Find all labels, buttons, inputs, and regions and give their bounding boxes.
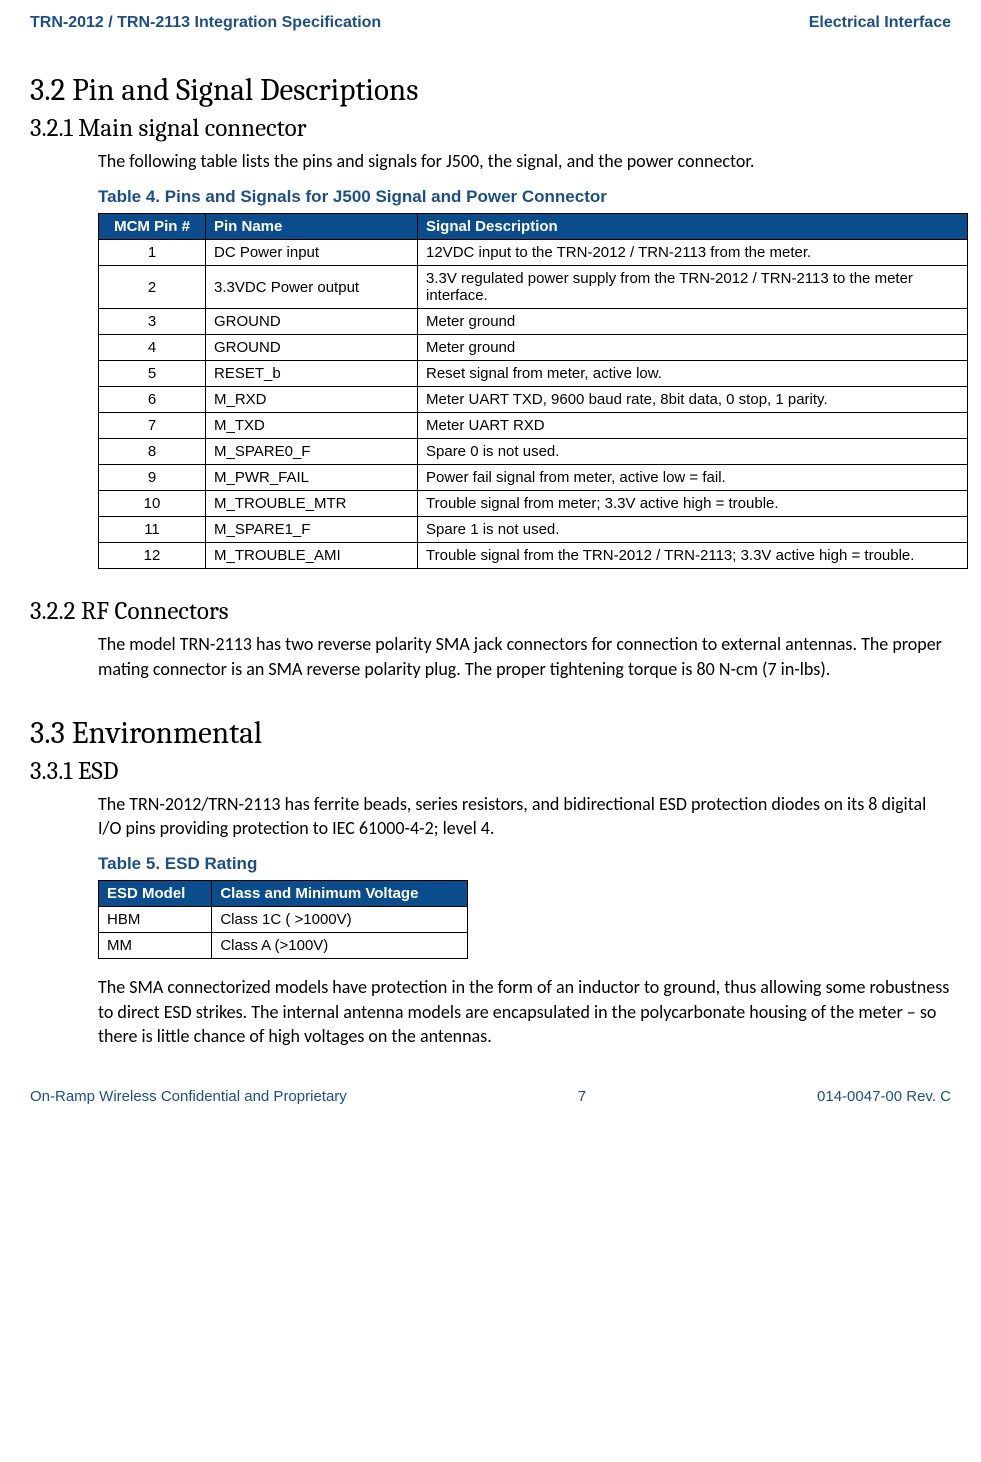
- cell-pin: 5: [99, 361, 206, 387]
- paragraph: The following table lists the pins and s…: [98, 149, 951, 173]
- cell-pin: 10: [99, 491, 206, 517]
- cell-desc: Meter UART RXD: [418, 413, 968, 439]
- paragraph: The model TRN-2113 has two reverse polar…: [98, 632, 951, 681]
- table-5-caption: Table 5. ESD Rating: [98, 854, 951, 874]
- cell-pin: 8: [99, 439, 206, 465]
- heading-number: 3.3: [30, 715, 65, 751]
- page: TRN-2012 / TRN-2113 Integration Specific…: [0, 0, 981, 1125]
- table-row: 7M_TXDMeter UART RXD: [99, 413, 968, 439]
- section-3-2-1-heading: 3.2.1 Main signal connector: [30, 114, 951, 143]
- table-row: 23.3VDC Power output3.3V regulated power…: [99, 266, 968, 309]
- footer-left: On-Ramp Wireless Confidential and Propri…: [30, 1088, 347, 1105]
- cell-model: MM: [99, 933, 212, 959]
- col-header-name: Pin Name: [206, 214, 418, 240]
- page-footer: On-Ramp Wireless Confidential and Propri…: [30, 1088, 951, 1105]
- table-row: 11M_SPARE1_FSpare 1 is not used.: [99, 517, 968, 543]
- cell-pin: 1: [99, 240, 206, 266]
- section-3-2-heading: 3.2 Pin and Signal Descriptions: [30, 72, 951, 108]
- heading-title: RF Connectors: [81, 597, 229, 626]
- cell-name: GROUND: [206, 309, 418, 335]
- paragraph: The TRN-2012/TRN-2113 has ferrite beads,…: [98, 792, 951, 841]
- heading-number: 3.2.2: [30, 597, 75, 626]
- page-header: TRN-2012 / TRN-2113 Integration Specific…: [30, 14, 951, 38]
- cell-desc: Meter ground: [418, 309, 968, 335]
- cell-name: M_SPARE1_F: [206, 517, 418, 543]
- cell-class: Class A (>100V): [212, 933, 468, 959]
- heading-number: 3.2: [30, 72, 65, 108]
- cell-name: 3.3VDC Power output: [206, 266, 418, 309]
- cell-name: M_SPARE0_F: [206, 439, 418, 465]
- col-header-desc: Signal Description: [418, 214, 968, 240]
- table-row: 3GROUNDMeter ground: [99, 309, 968, 335]
- cell-pin: 2: [99, 266, 206, 309]
- footer-page-number: 7: [578, 1088, 586, 1105]
- cell-pin: 11: [99, 517, 206, 543]
- col-header-class: Class and Minimum Voltage: [212, 881, 468, 907]
- cell-name: M_TXD: [206, 413, 418, 439]
- cell-pin: 12: [99, 543, 206, 569]
- heading-title: ESD: [78, 757, 118, 786]
- cell-pin: 6: [99, 387, 206, 413]
- table-row: 8M_SPARE0_FSpare 0 is not used.: [99, 439, 968, 465]
- table-row: 5RESET_bReset signal from meter, active …: [99, 361, 968, 387]
- table-row: 6M_RXDMeter UART TXD, 9600 baud rate, 8b…: [99, 387, 968, 413]
- table-row: 10M_TROUBLE_MTRTrouble signal from meter…: [99, 491, 968, 517]
- header-right: Electrical Interface: [809, 14, 951, 32]
- table-row: 12M_TROUBLE_AMITrouble signal from the T…: [99, 543, 968, 569]
- cell-desc: Power fail signal from meter, active low…: [418, 465, 968, 491]
- section-3-3-heading: 3.3 Environmental: [30, 715, 951, 751]
- heading-number: 3.2.1: [30, 114, 73, 143]
- table-header-row: MCM Pin # Pin Name Signal Description: [99, 214, 968, 240]
- table-4: MCM Pin # Pin Name Signal Description 1D…: [98, 213, 968, 569]
- cell-name: DC Power input: [206, 240, 418, 266]
- table-header-row: ESD Model Class and Minimum Voltage: [99, 881, 468, 907]
- cell-name: M_RXD: [206, 387, 418, 413]
- cell-desc: Spare 0 is not used.: [418, 439, 968, 465]
- section-3-3-1-heading: 3.3.1 ESD: [30, 757, 951, 786]
- cell-desc: Spare 1 is not used.: [418, 517, 968, 543]
- cell-pin: 7: [99, 413, 206, 439]
- cell-name: M_PWR_FAIL: [206, 465, 418, 491]
- cell-pin: 9: [99, 465, 206, 491]
- table-5: ESD Model Class and Minimum Voltage HBMC…: [98, 880, 468, 959]
- cell-pin: 4: [99, 335, 206, 361]
- col-header-pin: MCM Pin #: [99, 214, 206, 240]
- cell-desc: Meter UART TXD, 9600 baud rate, 8bit dat…: [418, 387, 968, 413]
- cell-desc: 12VDC input to the TRN-2012 / TRN-2113 f…: [418, 240, 968, 266]
- cell-desc: Trouble signal from meter; 3.3V active h…: [418, 491, 968, 517]
- section-3-2-2-heading: 3.2.2 RF Connectors: [30, 597, 951, 626]
- table-row: HBMClass 1C ( >1000V): [99, 907, 468, 933]
- paragraph: The SMA connectorized models have protec…: [98, 975, 951, 1048]
- table-row: MMClass A (>100V): [99, 933, 468, 959]
- footer-right: 014-0047-00 Rev. C: [817, 1088, 951, 1105]
- col-header-model: ESD Model: [99, 881, 212, 907]
- table-row: 1DC Power input12VDC input to the TRN-20…: [99, 240, 968, 266]
- heading-number: 3.3.1: [30, 757, 72, 786]
- cell-name: RESET_b: [206, 361, 418, 387]
- heading-title: Pin and Signal Descriptions: [72, 72, 418, 108]
- cell-desc: Meter ground: [418, 335, 968, 361]
- cell-name: M_TROUBLE_MTR: [206, 491, 418, 517]
- heading-title: Environmental: [72, 715, 262, 751]
- cell-desc: Reset signal from meter, active low.: [418, 361, 968, 387]
- cell-model: HBM: [99, 907, 212, 933]
- cell-name: GROUND: [206, 335, 418, 361]
- cell-class: Class 1C ( >1000V): [212, 907, 468, 933]
- cell-desc: 3.3V regulated power supply from the TRN…: [418, 266, 968, 309]
- table-row: 9M_PWR_FAILPower fail signal from meter,…: [99, 465, 968, 491]
- table-row: 4GROUNDMeter ground: [99, 335, 968, 361]
- heading-title: Main signal connector: [78, 114, 306, 143]
- header-left: TRN-2012 / TRN-2113 Integration Specific…: [30, 14, 381, 32]
- table-4-caption: Table 4. Pins and Signals for J500 Signa…: [98, 187, 951, 207]
- cell-name: M_TROUBLE_AMI: [206, 543, 418, 569]
- cell-pin: 3: [99, 309, 206, 335]
- cell-desc: Trouble signal from the TRN-2012 / TRN-2…: [418, 543, 968, 569]
